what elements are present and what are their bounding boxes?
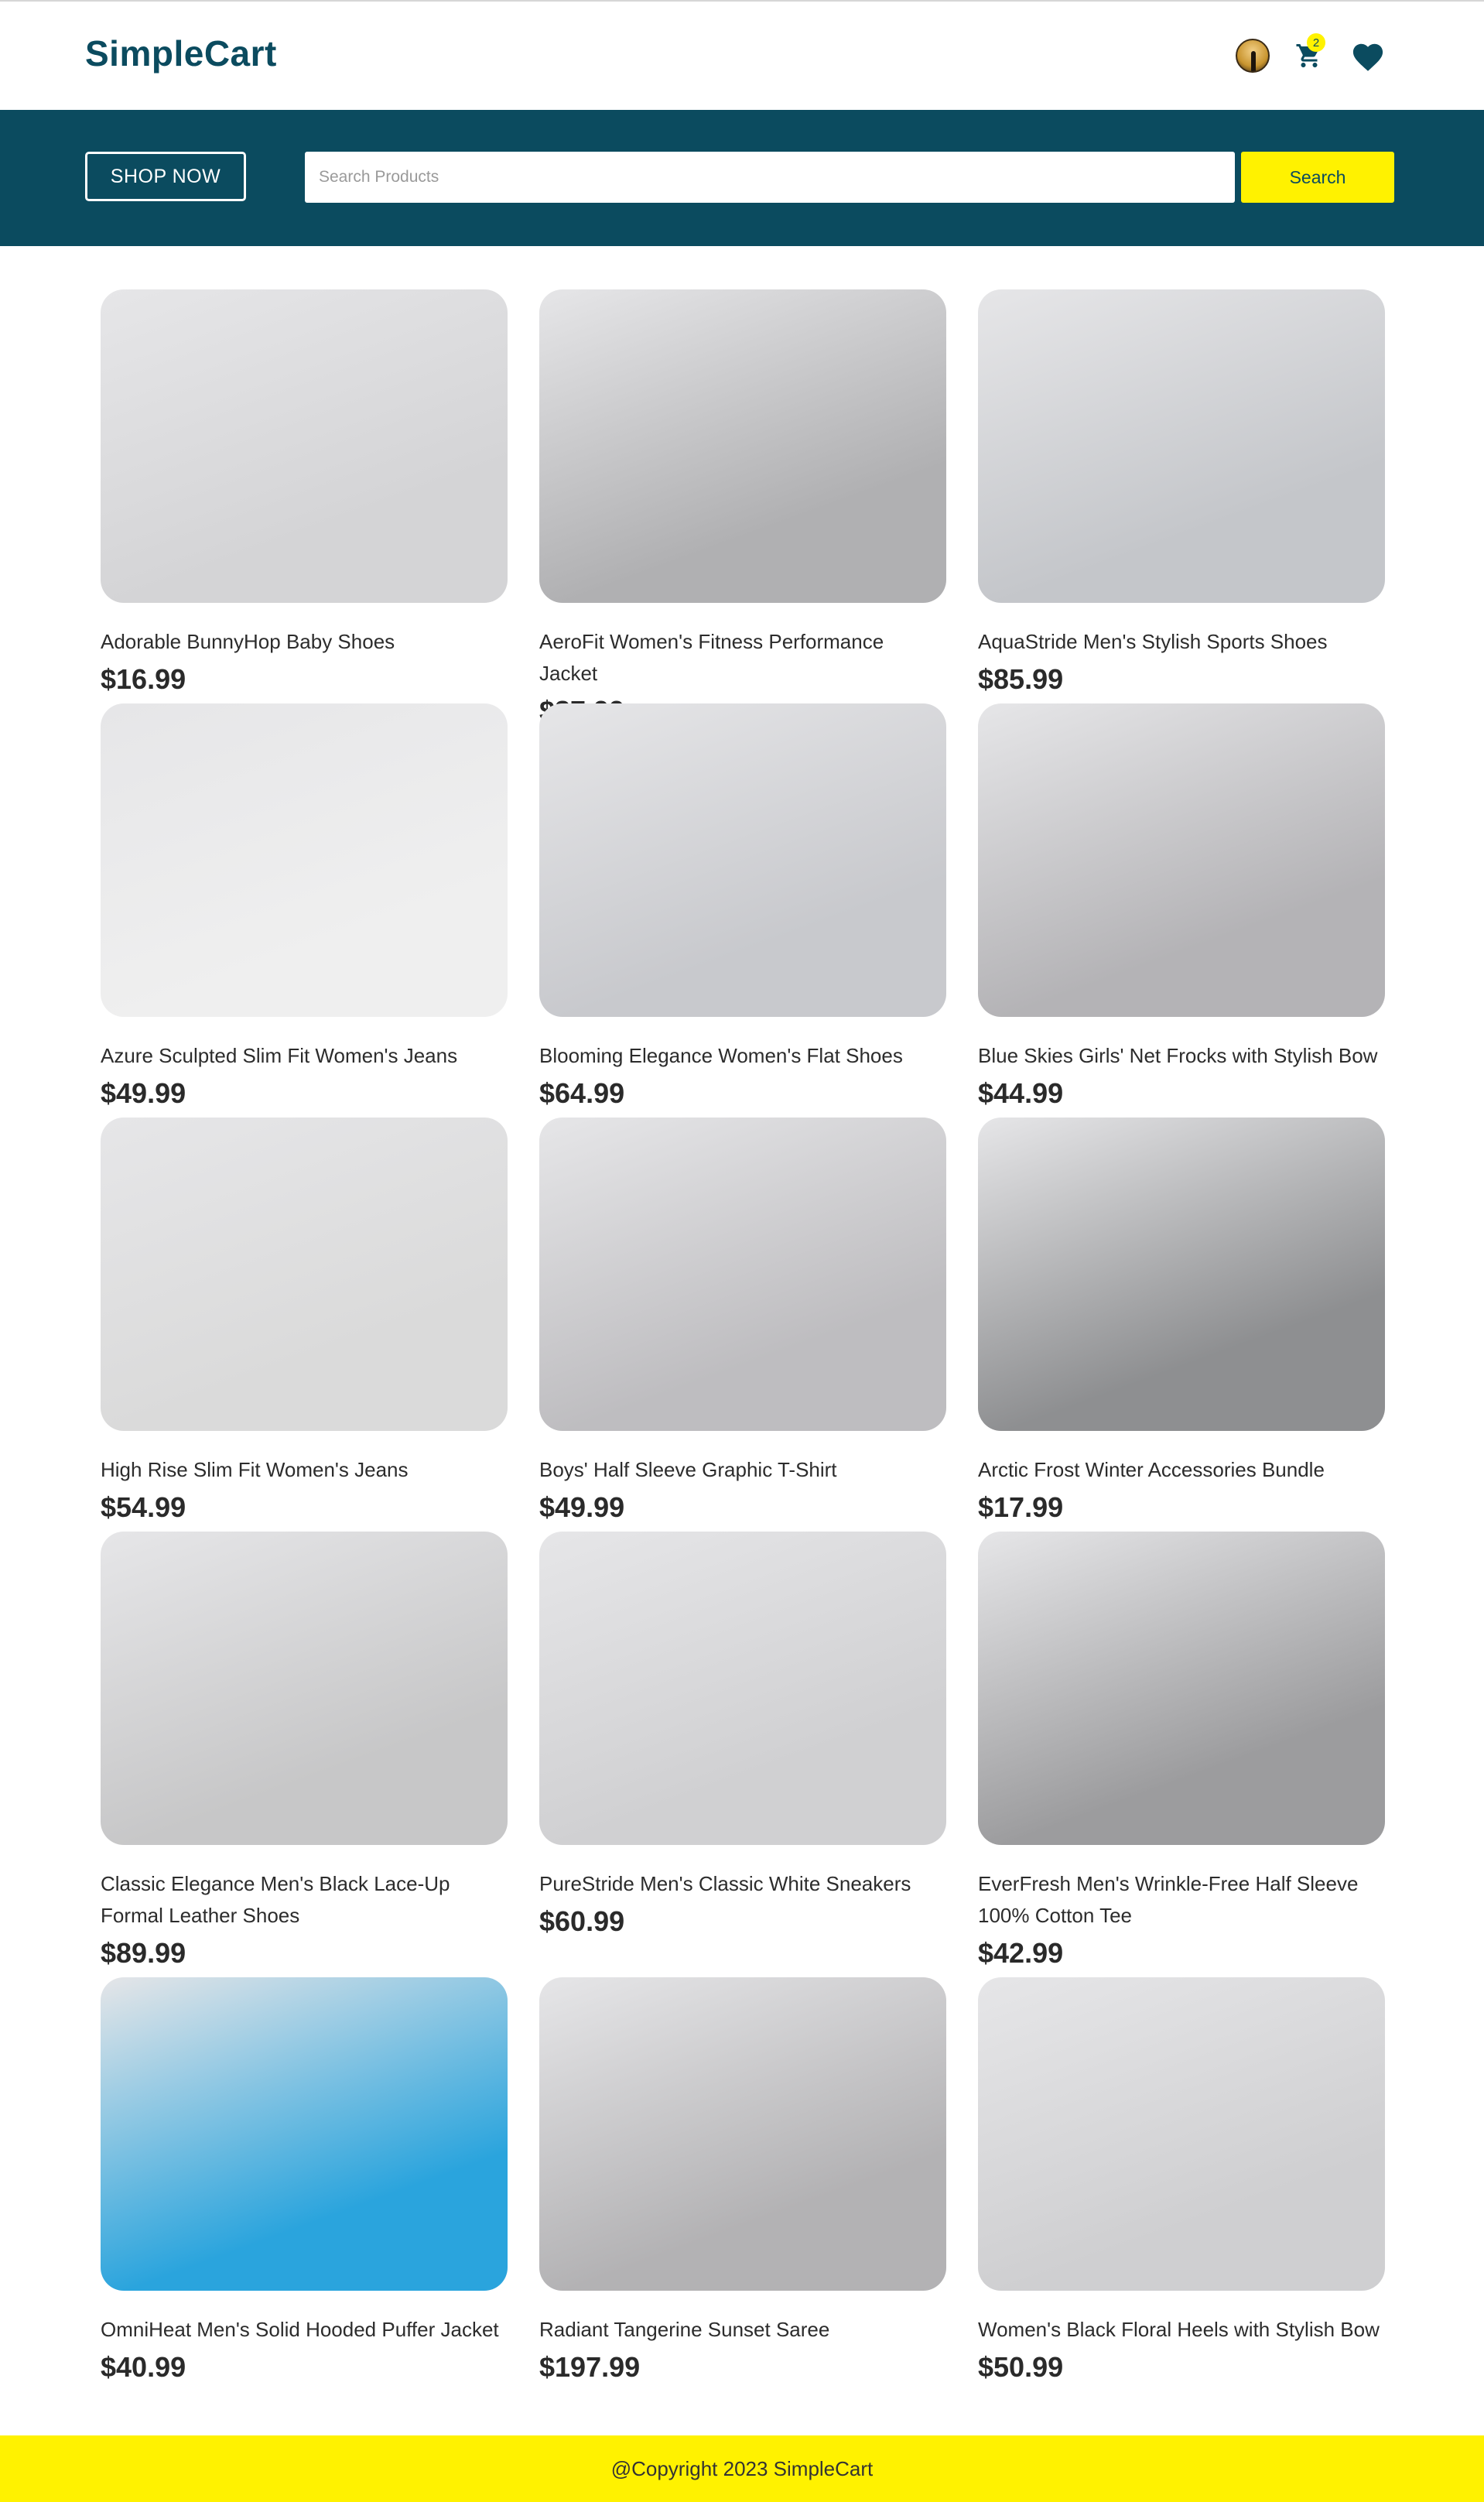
copyright-text: @Copyright 2023 SimpleCart — [610, 2456, 874, 2480]
product-card[interactable]: Adorable BunnyHop Baby Shoes $16.99 — [101, 289, 508, 697]
product-price: $50.99 — [978, 2351, 1064, 2383]
product-price: $42.99 — [978, 1937, 1064, 1969]
product-image[interactable] — [978, 1532, 1385, 1845]
product-price: $197.99 — [539, 2351, 641, 2383]
product-title[interactable]: Adorable BunnyHop Baby Shoes — [101, 626, 508, 658]
product-title[interactable]: Arctic Frost Winter Accessories Bundle — [978, 1454, 1385, 1486]
product-card[interactable]: Arctic Frost Winter Accessories Bundle $1… — [978, 1118, 1385, 1525]
product-image[interactable] — [101, 289, 508, 603]
product-title[interactable]: Blooming Elegance Women's Flat Shoes — [539, 1040, 946, 1072]
product-title[interactable]: Classic Elegance Men's Black Lace-Up For… — [101, 1868, 508, 1932]
product-image[interactable] — [101, 1977, 508, 2291]
product-image[interactable] — [101, 703, 508, 1017]
product-card[interactable]: Blue Skies Girls' Net Frocks with Stylis… — [978, 703, 1385, 1111]
product-title[interactable]: EverFresh Men's Wrinkle-Free Half Sleeve… — [978, 1868, 1385, 1932]
product-card[interactable]: PureStride Men's Classic White Sneakers $… — [539, 1532, 946, 1939]
header-icons: 2 — [1236, 33, 1387, 79]
product-title[interactable]: PureStride Men's Classic White Sneakers — [539, 1868, 946, 1900]
search-button[interactable]: Search — [1241, 152, 1394, 203]
product-card[interactable]: AeroFit Women's Fitness Performance Jack… — [539, 289, 946, 728]
cart-button[interactable]: 2 — [1290, 33, 1328, 75]
product-image[interactable] — [978, 1977, 1385, 2291]
product-card[interactable]: AquaStride Men's Stylish Sports Shoes $85… — [978, 289, 1385, 697]
product-image[interactable] — [978, 289, 1385, 603]
logo[interactable]: SimpleCart — [85, 33, 277, 74]
cart-count-badge: 2 — [1307, 33, 1325, 52]
product-title[interactable]: Boys' Half Sleeve Graphic T-Shirt — [539, 1454, 946, 1486]
shop-now-button[interactable]: SHOP NOW — [85, 152, 246, 201]
product-price: $40.99 — [101, 2351, 186, 2383]
product-price: $64.99 — [539, 1077, 625, 1109]
search-input[interactable] — [305, 152, 1235, 203]
product-card[interactable]: EverFresh Men's Wrinkle-Free Half Sleeve… — [978, 1532, 1385, 1970]
product-grid: Adorable BunnyHop Baby Shoes $16.99 AeroFi… — [101, 289, 1385, 2383]
product-price: $60.99 — [539, 1905, 625, 1937]
wishlist-button[interactable] — [1349, 36, 1387, 75]
product-title[interactable]: Azure Sculpted Slim Fit Women's Jeans — [101, 1040, 508, 1072]
product-price: $17.99 — [978, 1491, 1064, 1523]
product-image[interactable] — [539, 1977, 946, 2291]
product-image[interactable] — [978, 703, 1385, 1017]
product-price: $89.99 — [101, 1937, 186, 1969]
product-price: $16.99 — [101, 663, 186, 695]
product-card[interactable]: Boys' Half Sleeve Graphic T-Shirt $49.99 — [539, 1118, 946, 1525]
product-card[interactable]: OmniHeat Men's Solid Hooded Puffer Jacke… — [101, 1977, 508, 2384]
product-card[interactable]: High Rise Slim Fit Women's Jeans $54.99 — [101, 1118, 508, 1525]
product-image[interactable] — [539, 1532, 946, 1845]
product-price: $54.99 — [101, 1491, 186, 1523]
product-price: $85.99 — [978, 663, 1064, 695]
product-title[interactable]: AquaStride Men's Stylish Sports Shoes — [978, 626, 1385, 658]
product-image[interactable] — [101, 1532, 508, 1845]
product-price: $44.99 — [978, 1077, 1064, 1109]
product-title[interactable]: Women's Black Floral Heels with Stylish … — [978, 2314, 1385, 2346]
product-price: $49.99 — [101, 1077, 186, 1109]
product-card[interactable]: Radiant Tangerine Sunset Saree $197.99 — [539, 1977, 946, 2384]
product-image[interactable] — [539, 703, 946, 1017]
search-banner: SHOP NOW Search — [0, 110, 1484, 246]
product-card[interactable]: Azure Sculpted Slim Fit Women's Jeans $49… — [101, 703, 508, 1111]
heart-icon — [1352, 43, 1383, 71]
product-image[interactable] — [978, 1118, 1385, 1431]
product-card[interactable]: Women's Black Floral Heels with Stylish … — [978, 1977, 1385, 2384]
product-title[interactable]: High Rise Slim Fit Women's Jeans — [101, 1454, 508, 1486]
product-card[interactable]: Blooming Elegance Women's Flat Shoes $64.… — [539, 703, 946, 1111]
product-image[interactable] — [101, 1118, 508, 1431]
product-image[interactable] — [539, 289, 946, 603]
product-title[interactable]: Blue Skies Girls' Net Frocks with Stylis… — [978, 1040, 1385, 1072]
product-card[interactable]: Classic Elegance Men's Black Lace-Up For… — [101, 1532, 508, 1970]
product-title[interactable]: AeroFit Women's Fitness Performance Jack… — [539, 626, 946, 690]
site-header: SimpleCart 2 — [0, 2, 1484, 110]
user-avatar[interactable] — [1236, 39, 1270, 73]
product-title[interactable]: Radiant Tangerine Sunset Saree — [539, 2314, 946, 2346]
site-footer: @Copyright 2023 SimpleCart — [0, 2435, 1484, 2502]
product-image[interactable] — [539, 1118, 946, 1431]
product-title[interactable]: OmniHeat Men's Solid Hooded Puffer Jacke… — [101, 2314, 508, 2346]
product-price: $49.99 — [539, 1491, 625, 1523]
